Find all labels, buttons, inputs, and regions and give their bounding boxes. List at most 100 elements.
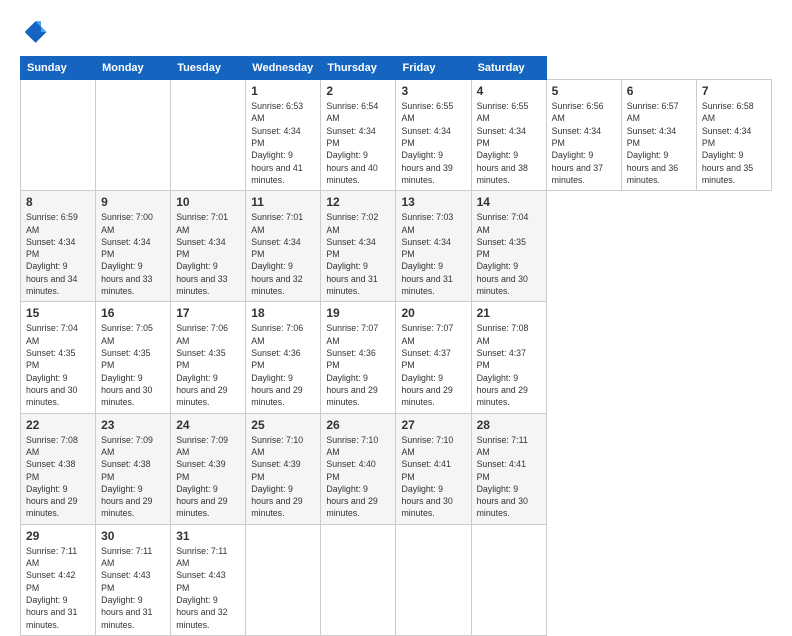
day-info: Sunrise: 7:11 AMSunset: 4:41 PMDaylight:… xyxy=(477,434,541,520)
day-info: Sunrise: 7:01 AMSunset: 4:34 PMDaylight:… xyxy=(251,211,315,297)
day-info: Sunrise: 7:06 AMSunset: 4:36 PMDaylight:… xyxy=(251,322,315,408)
day-number: 9 xyxy=(101,195,165,209)
day-info: Sunrise: 6:58 AMSunset: 4:34 PMDaylight:… xyxy=(702,100,766,186)
calendar-cell: 1 Sunrise: 6:53 AMSunset: 4:34 PMDayligh… xyxy=(246,80,321,191)
day-info: Sunrise: 7:07 AMSunset: 4:37 PMDaylight:… xyxy=(401,322,465,408)
day-number: 21 xyxy=(477,306,541,320)
day-info: Sunrise: 7:11 AMSunset: 4:43 PMDaylight:… xyxy=(101,545,165,631)
calendar-cell: 29 Sunrise: 7:11 AMSunset: 4:42 PMDaylig… xyxy=(21,524,96,635)
calendar-cell: 3 Sunrise: 6:55 AMSunset: 4:34 PMDayligh… xyxy=(396,80,471,191)
day-info: Sunrise: 6:54 AMSunset: 4:34 PMDaylight:… xyxy=(326,100,390,186)
day-number: 7 xyxy=(702,84,766,98)
calendar-cell: 18 Sunrise: 7:06 AMSunset: 4:36 PMDaylig… xyxy=(246,302,321,413)
day-number: 11 xyxy=(251,195,315,209)
weekday-header-row: SundayMondayTuesdayWednesdayThursdayFrid… xyxy=(21,57,772,80)
weekday-header: Friday xyxy=(396,57,471,80)
calendar-cell: 31 Sunrise: 7:11 AMSunset: 4:43 PMDaylig… xyxy=(171,524,246,635)
day-number: 13 xyxy=(401,195,465,209)
day-number: 16 xyxy=(101,306,165,320)
calendar-cell xyxy=(246,524,321,635)
day-number: 8 xyxy=(26,195,90,209)
calendar-week-row: 15 Sunrise: 7:04 AMSunset: 4:35 PMDaylig… xyxy=(21,302,772,413)
day-number: 29 xyxy=(26,529,90,543)
calendar-cell: 10 Sunrise: 7:01 AMSunset: 4:34 PMDaylig… xyxy=(171,191,246,302)
logo-icon xyxy=(20,18,48,46)
day-info: Sunrise: 6:55 AMSunset: 4:34 PMDaylight:… xyxy=(401,100,465,186)
day-info: Sunrise: 7:07 AMSunset: 4:36 PMDaylight:… xyxy=(326,322,390,408)
calendar-cell: 22 Sunrise: 7:08 AMSunset: 4:38 PMDaylig… xyxy=(21,413,96,524)
day-info: Sunrise: 7:01 AMSunset: 4:34 PMDaylight:… xyxy=(176,211,240,297)
day-info: Sunrise: 7:09 AMSunset: 4:38 PMDaylight:… xyxy=(101,434,165,520)
calendar-cell: 7 Sunrise: 6:58 AMSunset: 4:34 PMDayligh… xyxy=(696,80,771,191)
day-info: Sunrise: 7:04 AMSunset: 4:35 PMDaylight:… xyxy=(26,322,90,408)
weekday-header: Wednesday xyxy=(246,57,321,80)
day-info: Sunrise: 7:04 AMSunset: 4:35 PMDaylight:… xyxy=(477,211,541,297)
day-number: 28 xyxy=(477,418,541,432)
day-info: Sunrise: 7:11 AMSunset: 4:42 PMDaylight:… xyxy=(26,545,90,631)
day-number: 5 xyxy=(552,84,616,98)
day-number: 15 xyxy=(26,306,90,320)
calendar-cell: 17 Sunrise: 7:06 AMSunset: 4:35 PMDaylig… xyxy=(171,302,246,413)
day-info: Sunrise: 6:59 AMSunset: 4:34 PMDaylight:… xyxy=(26,211,90,297)
day-number: 18 xyxy=(251,306,315,320)
calendar-cell: 4 Sunrise: 6:55 AMSunset: 4:34 PMDayligh… xyxy=(471,80,546,191)
day-info: Sunrise: 6:57 AMSunset: 4:34 PMDaylight:… xyxy=(627,100,691,186)
calendar-cell: 14 Sunrise: 7:04 AMSunset: 4:35 PMDaylig… xyxy=(471,191,546,302)
day-number: 12 xyxy=(326,195,390,209)
day-number: 27 xyxy=(401,418,465,432)
day-info: Sunrise: 7:10 AMSunset: 4:40 PMDaylight:… xyxy=(326,434,390,520)
calendar-cell: 11 Sunrise: 7:01 AMSunset: 4:34 PMDaylig… xyxy=(246,191,321,302)
calendar-cell: 23 Sunrise: 7:09 AMSunset: 4:38 PMDaylig… xyxy=(96,413,171,524)
day-info: Sunrise: 6:53 AMSunset: 4:34 PMDaylight:… xyxy=(251,100,315,186)
calendar-cell: 5 Sunrise: 6:56 AMSunset: 4:34 PMDayligh… xyxy=(546,80,621,191)
calendar-cell: 15 Sunrise: 7:04 AMSunset: 4:35 PMDaylig… xyxy=(21,302,96,413)
calendar-week-row: 29 Sunrise: 7:11 AMSunset: 4:42 PMDaylig… xyxy=(21,524,772,635)
day-info: Sunrise: 7:02 AMSunset: 4:34 PMDaylight:… xyxy=(326,211,390,297)
day-number: 26 xyxy=(326,418,390,432)
empty-cell xyxy=(96,80,171,191)
day-number: 1 xyxy=(251,84,315,98)
calendar-cell: 25 Sunrise: 7:10 AMSunset: 4:39 PMDaylig… xyxy=(246,413,321,524)
day-info: Sunrise: 7:10 AMSunset: 4:41 PMDaylight:… xyxy=(401,434,465,520)
calendar-cell xyxy=(471,524,546,635)
header xyxy=(20,18,772,46)
calendar-table: SundayMondayTuesdayWednesdayThursdayFrid… xyxy=(20,56,772,636)
page: SundayMondayTuesdayWednesdayThursdayFrid… xyxy=(0,0,792,612)
weekday-header: Sunday xyxy=(21,57,96,80)
weekday-header: Thursday xyxy=(321,57,396,80)
day-number: 2 xyxy=(326,84,390,98)
calendar-cell xyxy=(321,524,396,635)
day-number: 19 xyxy=(326,306,390,320)
day-info: Sunrise: 6:55 AMSunset: 4:34 PMDaylight:… xyxy=(477,100,541,186)
day-number: 23 xyxy=(101,418,165,432)
day-number: 20 xyxy=(401,306,465,320)
day-number: 10 xyxy=(176,195,240,209)
calendar-cell: 16 Sunrise: 7:05 AMSunset: 4:35 PMDaylig… xyxy=(96,302,171,413)
day-info: Sunrise: 7:03 AMSunset: 4:34 PMDaylight:… xyxy=(401,211,465,297)
calendar-week-row: 8 Sunrise: 6:59 AMSunset: 4:34 PMDayligh… xyxy=(21,191,772,302)
calendar-cell: 8 Sunrise: 6:59 AMSunset: 4:34 PMDayligh… xyxy=(21,191,96,302)
day-info: Sunrise: 7:05 AMSunset: 4:35 PMDaylight:… xyxy=(101,322,165,408)
calendar-week-row: 1 Sunrise: 6:53 AMSunset: 4:34 PMDayligh… xyxy=(21,80,772,191)
calendar-cell: 27 Sunrise: 7:10 AMSunset: 4:41 PMDaylig… xyxy=(396,413,471,524)
calendar-cell: 28 Sunrise: 7:11 AMSunset: 4:41 PMDaylig… xyxy=(471,413,546,524)
calendar-cell: 30 Sunrise: 7:11 AMSunset: 4:43 PMDaylig… xyxy=(96,524,171,635)
day-info: Sunrise: 7:08 AMSunset: 4:38 PMDaylight:… xyxy=(26,434,90,520)
day-info: Sunrise: 7:08 AMSunset: 4:37 PMDaylight:… xyxy=(477,322,541,408)
day-number: 6 xyxy=(627,84,691,98)
day-number: 4 xyxy=(477,84,541,98)
day-info: Sunrise: 7:10 AMSunset: 4:39 PMDaylight:… xyxy=(251,434,315,520)
logo xyxy=(20,18,50,46)
day-number: 22 xyxy=(26,418,90,432)
day-number: 17 xyxy=(176,306,240,320)
calendar-cell: 21 Sunrise: 7:08 AMSunset: 4:37 PMDaylig… xyxy=(471,302,546,413)
calendar-cell: 20 Sunrise: 7:07 AMSunset: 4:37 PMDaylig… xyxy=(396,302,471,413)
calendar-cell: 13 Sunrise: 7:03 AMSunset: 4:34 PMDaylig… xyxy=(396,191,471,302)
day-info: Sunrise: 7:11 AMSunset: 4:43 PMDaylight:… xyxy=(176,545,240,631)
empty-cell xyxy=(171,80,246,191)
day-number: 30 xyxy=(101,529,165,543)
weekday-header: Saturday xyxy=(471,57,546,80)
calendar-cell: 9 Sunrise: 7:00 AMSunset: 4:34 PMDayligh… xyxy=(96,191,171,302)
day-number: 3 xyxy=(401,84,465,98)
calendar-cell: 2 Sunrise: 6:54 AMSunset: 4:34 PMDayligh… xyxy=(321,80,396,191)
